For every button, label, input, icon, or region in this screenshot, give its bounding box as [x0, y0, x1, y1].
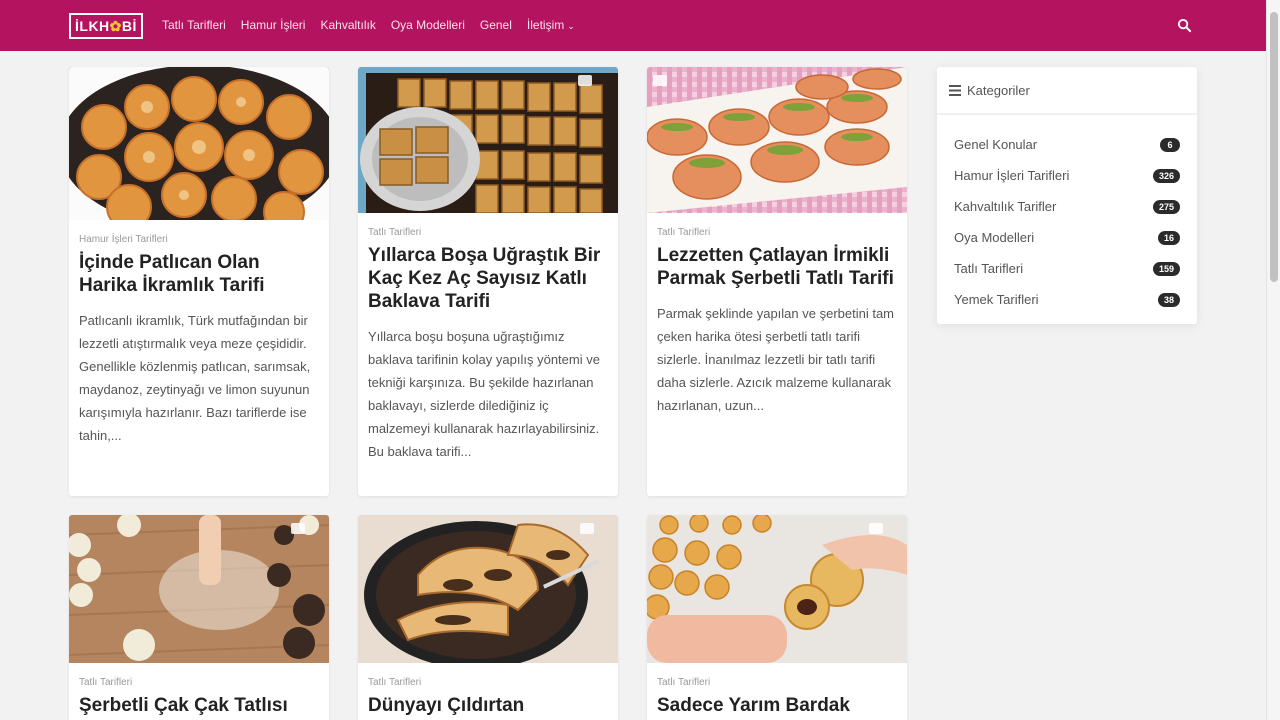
category-label: Tatlı Tarifleri [954, 261, 1024, 276]
category-count-badge: 6 [1160, 137, 1180, 152]
post-title[interactable]: Sadece Yarım Bardak [657, 694, 897, 717]
post-card[interactable]: Tatlı Tarifleri Sadece Yarım Bardak [647, 515, 907, 720]
nav-menu: Tatlı Tarifleri Hamur İşleri Kahvaltılık… [162, 18, 575, 32]
post-excerpt: Parmak şeklinde yapılan ve şerbetini tam… [657, 306, 895, 413]
post-excerpt: Yıllarca boşu boşuna uğraştığımız baklav… [368, 329, 600, 459]
post-title[interactable]: Yıllarca Boşa Uğraştık Bir Kaç Kez Aç Sa… [368, 244, 608, 313]
search-icon[interactable] [1177, 18, 1192, 33]
post-image[interactable] [358, 515, 618, 663]
widget-title: Kategoriler [967, 82, 1030, 98]
post-title[interactable]: Dünyayı Çıldırtan [368, 694, 608, 717]
category-item[interactable]: Yemek Tarifleri 38 [937, 284, 1197, 315]
post-card[interactable]: Tatlı Tarifleri Yıllarca Boşa Uğraştık B… [358, 67, 618, 496]
scrollbar-thumb[interactable] [1270, 12, 1278, 282]
post-category[interactable]: Tatlı Tarifleri [657, 677, 897, 688]
category-label: Genel Konular [954, 137, 1038, 152]
nav-item-kahvaltilik[interactable]: Kahvaltılık [320, 18, 375, 32]
chevron-down-icon: ⌄ [567, 21, 575, 31]
nav-item-oya[interactable]: Oya Modelleri [391, 18, 465, 32]
camera-icon [291, 523, 305, 534]
category-item[interactable]: Genel Konular 6 [937, 129, 1197, 160]
post-image[interactable] [358, 67, 618, 213]
widget-header: Kategoriler [937, 67, 1197, 115]
nav-item-hamur[interactable]: Hamur İşleri [241, 18, 306, 32]
category-label: Kahvaltılık Tarifler [954, 199, 1057, 214]
category-item[interactable]: Tatlı Tarifleri 159 [937, 253, 1197, 284]
post-image[interactable] [647, 67, 907, 213]
site-logo[interactable]: İLKH✿Bİ [69, 13, 143, 39]
nav-item-iletisim[interactable]: İletişim ⌄ [527, 18, 575, 32]
post-image[interactable] [69, 67, 329, 220]
top-navbar: İLKH✿Bİ Tatlı Tarifleri Hamur İşleri Kah… [0, 0, 1266, 51]
post-title[interactable]: İçinde Patlıcan Olan Harika İkramlık Tar… [79, 251, 319, 297]
post-title[interactable]: Şerbetli Çak Çak Tatlısı [79, 694, 319, 717]
post-excerpt: Patlıcanlı ikramlık, Türk mutfağından bi… [79, 313, 311, 443]
category-item[interactable]: Oya Modelleri 16 [937, 222, 1197, 253]
category-count-badge: 159 [1152, 261, 1180, 276]
post-card[interactable]: Tatlı Tarifleri Şerbetli Çak Çak Tatlısı [69, 515, 329, 720]
camera-icon [653, 75, 667, 86]
category-item[interactable]: Hamur İşleri Tarifleri 326 [937, 160, 1197, 191]
categories-widget: Kategoriler Genel Konular 6 Hamur İşleri… [937, 67, 1197, 324]
list-icon [949, 84, 961, 96]
nav-item-genel[interactable]: Genel [480, 18, 512, 32]
post-category[interactable]: Tatlı Tarifleri [368, 227, 608, 238]
category-label: Hamur İşleri Tarifleri [954, 168, 1070, 183]
post-card[interactable]: Tatlı Tarifleri Dünyayı Çıldırtan [358, 515, 618, 720]
camera-icon [580, 523, 594, 534]
post-card[interactable]: Tatlı Tarifleri Lezzetten Çatlayan İrmik… [647, 67, 907, 496]
category-count-badge: 275 [1152, 199, 1180, 214]
category-count-badge: 38 [1157, 292, 1180, 307]
page-scrollbar[interactable] [1266, 0, 1280, 720]
category-count-badge: 326 [1152, 168, 1180, 183]
post-image[interactable] [69, 515, 329, 663]
nav-item-tatli[interactable]: Tatlı Tarifleri [162, 18, 226, 32]
logo-flower-icon: ✿ [109, 18, 122, 34]
category-count-badge: 16 [1157, 230, 1180, 245]
post-title[interactable]: Lezzetten Çatlayan İrmikli Parmak Şerbet… [657, 244, 897, 290]
logo-text-left: İLKH [75, 18, 110, 34]
camera-icon [869, 523, 883, 534]
logo-text-right: Bİ [121, 18, 137, 34]
category-item[interactable]: Kahvaltılık Tarifler 275 [937, 191, 1197, 222]
camera-icon [578, 75, 592, 86]
post-category[interactable]: Tatlı Tarifleri [79, 677, 319, 688]
post-category[interactable]: Tatlı Tarifleri [657, 227, 897, 238]
category-list: Genel Konular 6 Hamur İşleri Tarifleri 3… [937, 115, 1197, 315]
category-label: Oya Modelleri [954, 230, 1035, 245]
category-label: Yemek Tarifleri [954, 292, 1039, 307]
post-image[interactable] [647, 515, 907, 663]
post-category[interactable]: Hamur İşleri Tarifleri [79, 234, 319, 245]
post-category[interactable]: Tatlı Tarifleri [368, 677, 608, 688]
nav-item-iletisim-label: İletişim [526, 18, 565, 32]
post-card[interactable]: Hamur İşleri Tarifleri İçinde Patlıcan O… [69, 67, 329, 496]
